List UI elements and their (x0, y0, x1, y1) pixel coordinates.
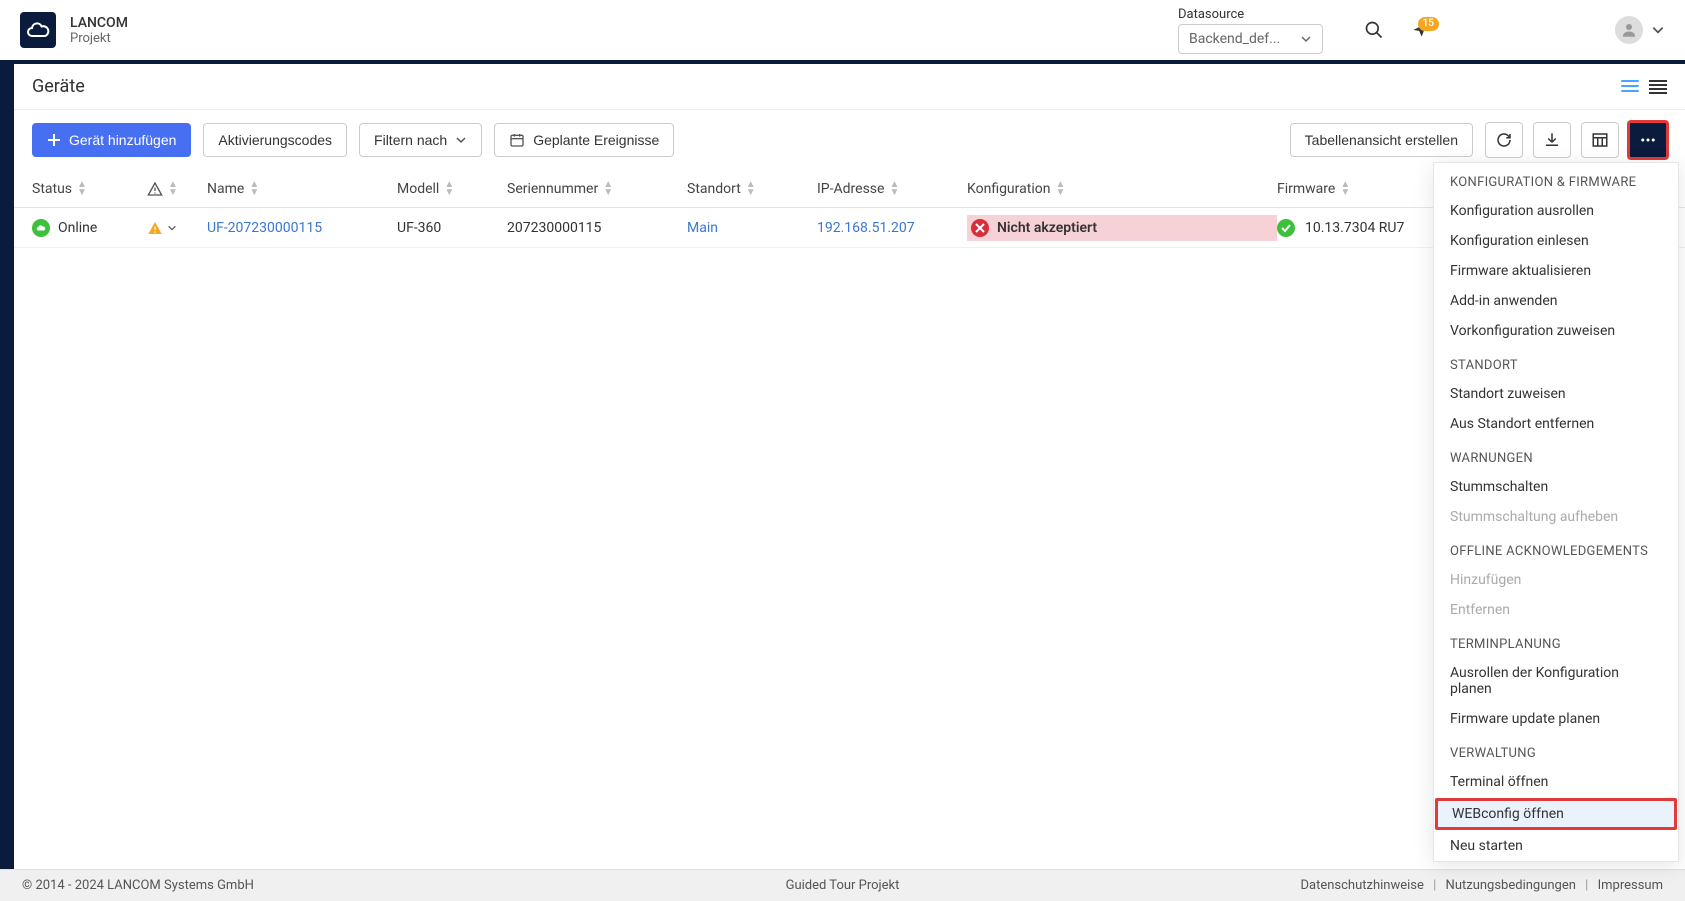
scheduled-events-button[interactable]: Geplante Ereignisse (494, 123, 674, 157)
cell-serial: 207230000115 (507, 220, 687, 236)
search-icon (1364, 20, 1384, 40)
page-title: Geräte (32, 76, 85, 97)
column-name[interactable]: Name▲▼ (207, 181, 397, 197)
cell-warning[interactable] (147, 220, 207, 236)
cell-config: Nicht akzeptiert (967, 215, 1277, 241)
cell-model: UF-360 (397, 220, 507, 236)
menu-section-management: VERWALTUNG (1434, 734, 1678, 767)
filter-button[interactable]: Filtern nach (359, 123, 482, 157)
datasource-dropdown[interactable]: Backend_def... (1178, 24, 1323, 54)
menu-section-location: STANDORT (1434, 346, 1678, 379)
menu-item-update-firmware[interactable]: Firmware aktualisieren (1434, 256, 1678, 286)
app-footer: © 2014 - 2024 LANCOM Systems GmbH Guided… (0, 869, 1685, 901)
check-icon (1277, 219, 1295, 237)
menu-item-open-webconfig[interactable]: WEBconfig öffnen (1436, 799, 1676, 829)
menu-item-ack-remove: Entfernen (1434, 595, 1678, 625)
user-avatar[interactable] (1615, 16, 1643, 44)
create-table-view-button[interactable]: Tabellenansicht erstellen (1290, 123, 1473, 157)
error-icon (971, 219, 989, 237)
view-toggle-compact[interactable] (1649, 80, 1667, 94)
menu-item-open-terminal[interactable]: Terminal öffnen (1434, 767, 1678, 797)
menu-item-rollout-config[interactable]: Konfiguration ausrollen (1434, 196, 1678, 226)
brand-title: LANCOM (70, 15, 128, 31)
datasource-value: Backend_def... (1189, 31, 1280, 47)
footer-copyright: © 2014 - 2024 LANCOM Systems GmbH (22, 878, 254, 893)
menu-section-config-firmware: KONFIGURATION & FIRMWARE (1434, 163, 1678, 196)
warning-icon (147, 181, 163, 197)
menu-section-warnings: WARNUNGEN (1434, 439, 1678, 472)
menu-section-offline-ack: OFFLINE ACKNOWLEDGEMENTS (1434, 532, 1678, 565)
menu-item-schedule-firmware[interactable]: Firmware update planen (1434, 704, 1678, 734)
more-actions-button[interactable] (1629, 122, 1667, 158)
columns-button[interactable] (1581, 122, 1619, 158)
menu-item-read-config[interactable]: Konfiguration einlesen (1434, 226, 1678, 256)
menu-item-assign-preconfig[interactable]: Vorkonfiguration zuweisen (1434, 316, 1678, 346)
more-horizontal-icon (1639, 131, 1657, 149)
footer-guided-tour[interactable]: Guided Tour Projekt (786, 878, 900, 893)
chevron-down-icon (455, 134, 467, 146)
refresh-button[interactable] (1485, 122, 1523, 158)
chevron-down-icon (1300, 33, 1312, 45)
menu-item-schedule-config[interactable]: Ausrollen der Konfiguration planen (1434, 658, 1678, 704)
brand-block: LANCOM Projekt (70, 15, 128, 46)
footer-terms-link[interactable]: Nutzungsbedingungen (1446, 878, 1576, 893)
notifications-button[interactable]: 15 (1409, 19, 1431, 41)
activation-codes-button[interactable]: Aktivierungscodes (203, 123, 347, 157)
download-icon (1543, 131, 1561, 149)
datasource-selector: Datasource Backend_def... (1178, 7, 1323, 54)
add-device-button[interactable]: Gerät hinzufügen (32, 123, 191, 157)
cell-firmware: 10.13.7304 RU7 (1277, 219, 1437, 237)
app-header: LANCOM Projekt Datasource Backend_def...… (0, 0, 1685, 64)
cloud-icon (26, 18, 50, 42)
view-toggle-comfortable[interactable] (1621, 80, 1639, 94)
column-warning[interactable]: ▲▼ (147, 181, 207, 197)
download-button[interactable] (1533, 122, 1571, 158)
warning-icon (147, 220, 163, 236)
cell-location[interactable]: Main (687, 220, 817, 236)
columns-icon (1591, 131, 1609, 149)
user-menu-chevron[interactable] (1651, 23, 1665, 37)
cell-status: Online (32, 219, 147, 237)
column-serial[interactable]: Seriennummer▲▼ (507, 181, 687, 197)
column-config[interactable]: Konfiguration▲▼ (967, 181, 1277, 197)
column-ip[interactable]: IP-Adresse▲▼ (817, 181, 967, 197)
menu-item-restart[interactable]: Neu starten (1434, 831, 1678, 861)
footer-imprint-link[interactable]: Impressum (1598, 878, 1663, 893)
actions-dropdown: KONFIGURATION & FIRMWARE Konfiguration a… (1433, 162, 1679, 862)
footer-privacy-link[interactable]: Datenschutzhinweise (1300, 878, 1423, 893)
menu-item-ack-add: Hinzufügen (1434, 565, 1678, 595)
brand-subtitle: Projekt (70, 31, 128, 46)
calendar-icon (509, 132, 525, 148)
plus-icon (47, 133, 61, 147)
menu-item-transfer[interactable]: Transferieren (1434, 861, 1678, 862)
search-button[interactable] (1363, 19, 1385, 41)
column-firmware[interactable]: Firmware▲▼ (1277, 181, 1437, 197)
brand-logo (20, 12, 56, 48)
column-status[interactable]: Status▲▼ (32, 181, 147, 197)
menu-item-mute[interactable]: Stummschalten (1434, 472, 1678, 502)
cell-ip[interactable]: 192.168.51.207 (817, 220, 967, 236)
menu-section-scheduling: TERMINPLANUNG (1434, 625, 1678, 658)
chevron-down-icon (167, 223, 177, 233)
refresh-icon (1495, 131, 1513, 149)
menu-item-unmute: Stummschaltung aufheben (1434, 502, 1678, 532)
user-icon (1620, 21, 1638, 39)
column-model[interactable]: Modell▲▼ (397, 181, 507, 197)
chevron-down-icon (1651, 23, 1665, 37)
menu-item-apply-addin[interactable]: Add-in anwenden (1434, 286, 1678, 316)
menu-item-assign-location[interactable]: Standort zuweisen (1434, 379, 1678, 409)
menu-item-remove-location[interactable]: Aus Standort entfernen (1434, 409, 1678, 439)
status-online-icon (32, 219, 50, 237)
datasource-label: Datasource (1178, 7, 1323, 22)
cell-name[interactable]: UF-207230000115 (207, 220, 397, 236)
notification-count-badge: 15 (1418, 17, 1439, 31)
column-location[interactable]: Standort▲▼ (687, 181, 817, 197)
left-rail (0, 64, 14, 869)
